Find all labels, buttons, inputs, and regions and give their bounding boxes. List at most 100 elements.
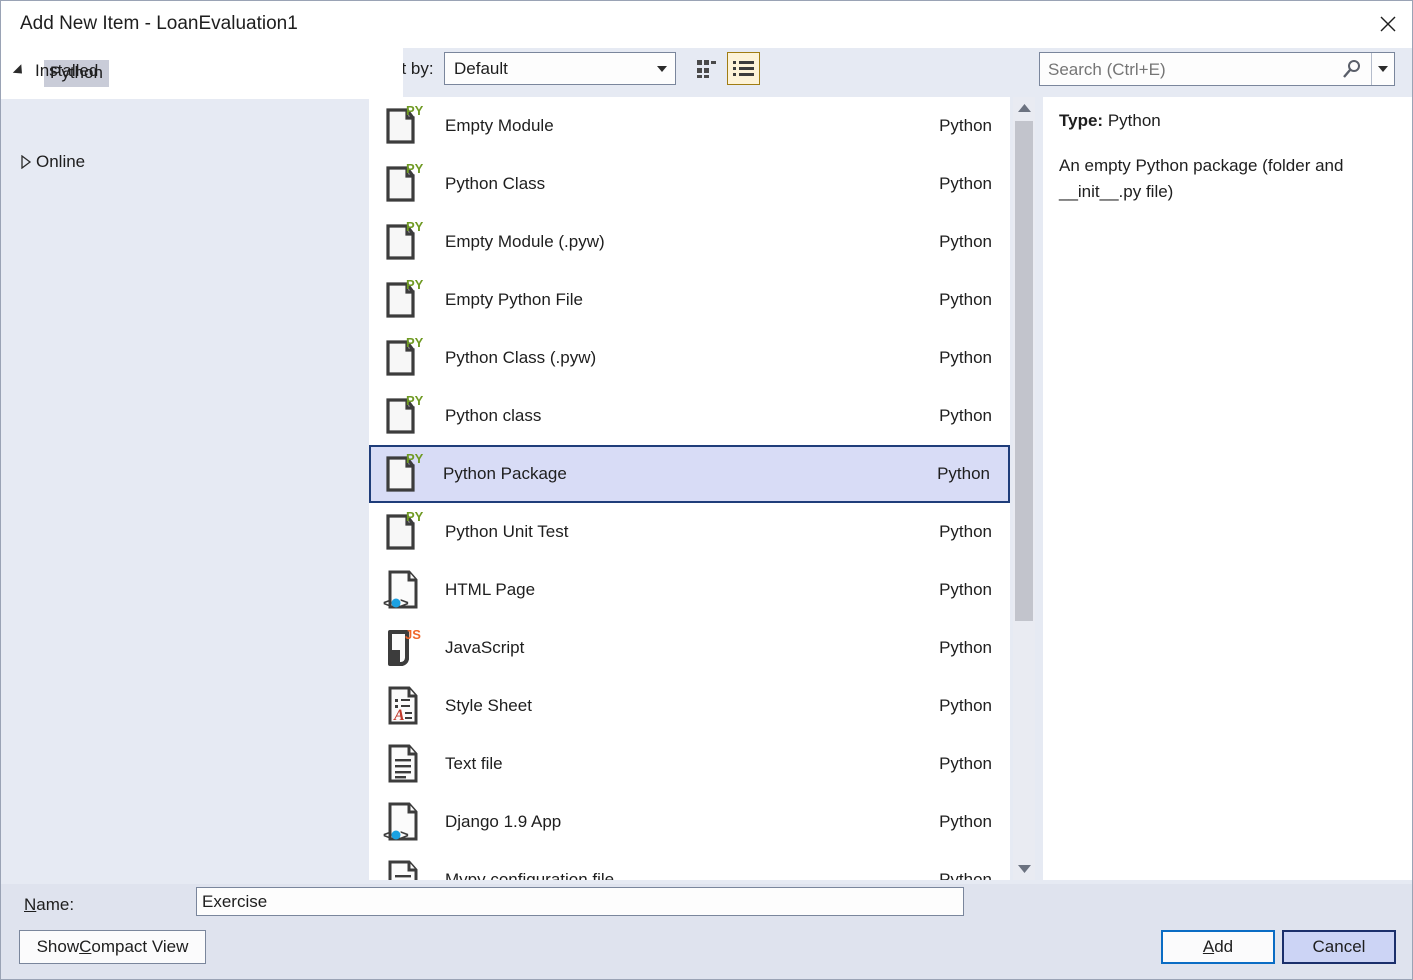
list-item[interactable]: PY Python Package Python: [369, 445, 1010, 503]
svg-text:<: <: [383, 595, 392, 612]
python-file-icon: PY: [381, 162, 427, 206]
search-box[interactable]: [1039, 52, 1395, 86]
stylesheet-file-icon: A: [381, 684, 427, 728]
details-pane: Type: Python An empty Python package (fo…: [1043, 97, 1412, 880]
svg-text:PY: PY: [406, 220, 424, 234]
svg-text:>: >: [400, 827, 409, 844]
html-file-icon: < >: [381, 800, 427, 844]
details-description: An empty Python package (folder and __in…: [1059, 156, 1344, 202]
list-item[interactable]: < > HTML Page Python: [369, 561, 1010, 619]
svg-text:PY: PY: [406, 510, 424, 524]
list-item-category: Python: [939, 870, 992, 880]
svg-text:PY: PY: [406, 162, 424, 176]
list-item-category: Python: [939, 290, 992, 309]
sidebar-item-label: Online: [36, 152, 86, 171]
list-item[interactable]: PY Empty Module (.pyw) Python: [369, 213, 1010, 271]
list-item-name: Mypy configuration file: [445, 870, 615, 880]
show-compact-view-button[interactable]: Show Compact View: [19, 930, 206, 964]
list-item-category: Python: [939, 638, 992, 657]
scroll-down-arrow-icon[interactable]: [1013, 858, 1035, 880]
category-tree: Installed Python Online: [1, 48, 403, 886]
svg-text:PY: PY: [406, 452, 424, 466]
list-item-name: Empty Module (.pyw): [445, 232, 605, 251]
search-options-chevron-down-icon[interactable]: [1371, 53, 1394, 85]
dialog-title: Add New Item - LoanEvaluation1: [20, 13, 298, 34]
list-item-name: Python Class: [445, 174, 546, 193]
svg-text:>: >: [400, 595, 409, 612]
html-file-icon: < >: [381, 568, 427, 612]
title-bar: Add New Item - LoanEvaluation1: [1, 1, 1412, 48]
python-file-icon: PY: [381, 220, 427, 264]
list-item-category: Python: [939, 348, 992, 367]
list-item-name: Python Class (.pyw): [445, 348, 597, 367]
sidebar-item-label: Installed: [35, 61, 99, 80]
list-item[interactable]: < > Django 1.9 App Python: [369, 793, 1010, 851]
template-list-scrollbar[interactable]: [1013, 97, 1035, 880]
sort-by-value: Default: [454, 59, 508, 78]
list-item-category: Python: [939, 812, 992, 831]
details-type-label: Type:: [1059, 111, 1104, 130]
svg-text:PY: PY: [406, 336, 424, 350]
list-item-category: Python: [939, 696, 992, 715]
list-item-category: Python: [939, 406, 992, 425]
svg-text:PY: PY: [406, 278, 424, 292]
svg-text:PY: PY: [406, 104, 424, 118]
list-item[interactable]: PY Python Class (.pyw) Python: [369, 329, 1010, 387]
list-item-name: Python Package: [443, 464, 567, 483]
list-item-name: Style Sheet: [445, 696, 532, 715]
search-icon: [1341, 59, 1363, 79]
list-item-name: Text file: [445, 754, 503, 773]
list-item-name: Django 1.9 App: [445, 812, 562, 831]
python-file-icon: PY: [381, 394, 427, 438]
text-file-icon: [381, 858, 427, 880]
svg-text:A: A: [393, 707, 405, 724]
python-file-icon: PY: [381, 452, 427, 496]
list-item-name: Python class: [445, 406, 542, 425]
scroll-up-arrow-icon[interactable]: [1013, 97, 1035, 119]
list-view-icon[interactable]: [727, 52, 760, 85]
footer-bar: Name: Show Compact View Add Cancel: [1, 884, 1412, 979]
scrollbar-thumb[interactable]: [1015, 121, 1033, 621]
list-item-name: Empty Module: [445, 116, 554, 135]
python-file-icon: PY: [381, 278, 427, 322]
list-item-name: Python Unit Test: [445, 522, 569, 541]
sort-by-dropdown[interactable]: Default: [444, 52, 676, 85]
list-item[interactable]: PY Python class Python: [369, 387, 1010, 445]
list-item-name: JavaScript: [445, 638, 525, 657]
list-item[interactable]: PY Empty Module Python: [369, 97, 1010, 155]
cancel-button[interactable]: Cancel: [1282, 930, 1396, 964]
list-item[interactable]: Text file Python: [369, 735, 1010, 793]
python-file-icon: PY: [381, 104, 427, 148]
add-button[interactable]: Add: [1161, 930, 1275, 964]
search-input[interactable]: [1048, 60, 1328, 80]
javascript-file-icon: JS: [381, 626, 427, 670]
list-item[interactable]: Mypy configuration file Python: [369, 851, 1010, 880]
list-item-category: Python: [939, 522, 992, 541]
text-file-icon: [381, 742, 427, 786]
list-item-category: Python: [939, 754, 992, 773]
list-item-name: Empty Python File: [445, 290, 583, 309]
list-item-category: Python: [939, 116, 992, 135]
details-type-row: Type: Python: [1059, 111, 1398, 131]
sidebar-item-installed[interactable]: Installed: [1, 53, 362, 89]
list-item[interactable]: PY Python Class Python: [369, 155, 1010, 213]
chevron-down-icon: [657, 66, 667, 72]
list-item[interactable]: A Style Sheet Python: [369, 677, 1010, 735]
triangle-right-icon: [16, 155, 32, 169]
list-item[interactable]: PY Empty Python File Python: [369, 271, 1010, 329]
list-item-category: Python: [939, 580, 992, 599]
svg-text:PY: PY: [406, 394, 424, 408]
list-item[interactable]: PY Python Unit Test Python: [369, 503, 1010, 561]
triangle-down-icon: [12, 64, 27, 78]
svg-text:<: <: [383, 827, 392, 844]
add-new-item-dialog: Add New Item - LoanEvaluation1 Sort by: …: [0, 0, 1413, 980]
sidebar-item-online[interactable]: Online: [1, 144, 362, 180]
grid-view-icon[interactable]: [691, 52, 724, 85]
name-label: Name:: [24, 895, 75, 914]
list-item[interactable]: JS JavaScript Python: [369, 619, 1010, 677]
list-item-category: Python: [937, 464, 990, 483]
close-icon[interactable]: [1362, 1, 1412, 47]
template-list[interactable]: PY Empty Module Python PY Python Class Pyt…: [369, 97, 1010, 880]
details-type-value: Python: [1107, 111, 1161, 130]
name-input[interactable]: [196, 887, 964, 916]
